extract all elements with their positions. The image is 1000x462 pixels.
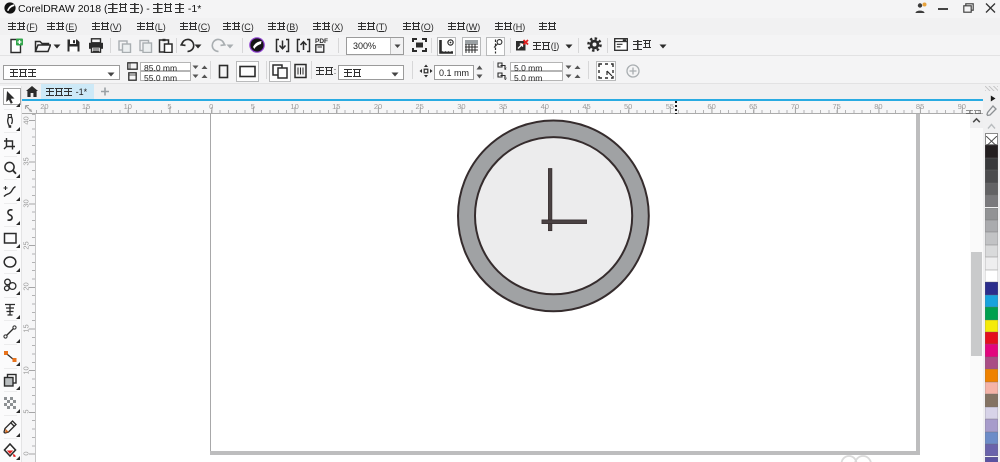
svg-text:y: y (504, 76, 507, 80)
svg-text:x: x (504, 66, 507, 70)
